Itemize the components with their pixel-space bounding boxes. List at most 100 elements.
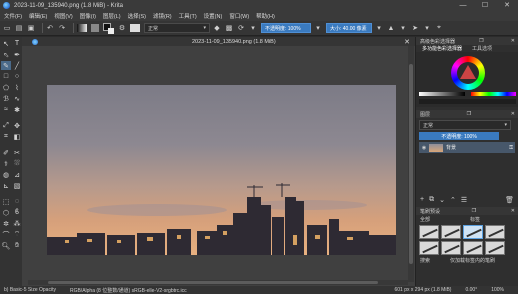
polygonal-selection-tool-icon[interactable]: ⬡ bbox=[1, 208, 11, 217]
brush-preset[interactable] bbox=[419, 225, 439, 239]
chevron-down-icon[interactable]: ▾ bbox=[399, 24, 407, 32]
menu-layer[interactable]: 图层(L) bbox=[103, 12, 121, 20]
blend-mode-select[interactable]: 正常 ▾ bbox=[144, 23, 210, 33]
chevron-down-icon[interactable]: ▾ bbox=[314, 24, 322, 32]
hue-slider[interactable] bbox=[471, 92, 516, 96]
elliptical-selection-tool-icon[interactable]: ◌ bbox=[12, 197, 22, 206]
close-icon[interactable]: ✕ bbox=[511, 111, 515, 117]
menu-help[interactable]: 帮助(H) bbox=[256, 12, 275, 20]
brush-preset[interactable] bbox=[463, 241, 483, 255]
move-tool-icon[interactable]: ✥ bbox=[12, 121, 22, 130]
duplicate-layer-icon[interactable]: ⧉ bbox=[429, 196, 434, 204]
freehand-path-tool-icon[interactable]: ∿ bbox=[12, 94, 22, 103]
reference-images-tool-icon[interactable]: ▧ bbox=[12, 181, 22, 190]
zoom-tool-icon[interactable]: 🔍︎ bbox=[1, 241, 11, 250]
bezier-selection-tool-icon[interactable]: ⌒ bbox=[1, 230, 11, 239]
redo-icon[interactable]: ↷ bbox=[58, 24, 66, 32]
chevron-down-icon[interactable]: ▾ bbox=[249, 24, 257, 32]
mirror-horizontal-icon[interactable]: ▲ bbox=[387, 24, 395, 32]
freehand-brush-tool-icon[interactable]: ✎ bbox=[1, 61, 11, 70]
preserve-alpha-icon[interactable]: ▩ bbox=[225, 24, 233, 32]
rotation-status[interactable]: 0.00° bbox=[465, 287, 477, 293]
close-icon[interactable]: ✕ bbox=[511, 38, 515, 44]
ellipse-tool-icon[interactable]: ○ bbox=[12, 72, 22, 81]
zoom-status[interactable]: 100% bbox=[491, 287, 504, 293]
save-icon[interactable]: ▣ bbox=[27, 24, 35, 32]
visibility-eye-icon[interactable]: ◉ bbox=[421, 144, 427, 152]
vertical-scrollbar[interactable] bbox=[408, 46, 414, 282]
color-selector-area[interactable] bbox=[416, 52, 518, 107]
move-layer-up-icon[interactable]: ⌃ bbox=[450, 196, 456, 204]
tab-tool-options[interactable]: 工具选项 bbox=[472, 45, 492, 52]
brush-tag-checkbox[interactable]: 仅加载标签内的笔刷 bbox=[450, 257, 495, 264]
document-tab[interactable]: 2023-11-09_135940.png (1.8 MiB) ✕ bbox=[22, 37, 415, 46]
layer-blend-mode-select[interactable]: 正常 ▾ bbox=[419, 120, 511, 130]
chevron-down-icon[interactable]: ▾ bbox=[375, 24, 383, 32]
delete-layer-icon[interactable]: 🗑︎ bbox=[505, 196, 514, 204]
float-icon[interactable]: ❐ bbox=[479, 38, 483, 44]
brush-preset-icon[interactable] bbox=[130, 24, 140, 32]
crop-tool-icon[interactable]: ⌗ bbox=[1, 132, 11, 141]
brush-preset[interactable] bbox=[485, 225, 505, 239]
canvas-image[interactable] bbox=[47, 85, 396, 255]
measure-tool-icon[interactable]: ⊾ bbox=[1, 181, 11, 190]
fill-tool-icon[interactable]: ⛆ bbox=[12, 159, 22, 168]
edit-shapes-tool-icon[interactable]: ⬁ bbox=[1, 50, 11, 59]
contiguous-selection-tool-icon[interactable]: ✲ bbox=[1, 219, 11, 228]
bezier-tool-icon[interactable]: ℬ bbox=[1, 94, 11, 103]
dynamic-brush-tool-icon[interactable]: ≈ bbox=[1, 105, 11, 114]
color-wheel[interactable] bbox=[451, 56, 485, 90]
reload-preset-icon[interactable]: ⟳ bbox=[237, 24, 245, 32]
menu-view[interactable]: 视图(V) bbox=[54, 12, 72, 20]
rectangular-selection-tool-icon[interactable]: ⬚ bbox=[1, 197, 11, 206]
gradient-tool-icon[interactable]: ◧ bbox=[12, 132, 22, 141]
maximize-button[interactable]: ☐ bbox=[474, 0, 496, 11]
text-tool-icon[interactable]: T bbox=[12, 39, 22, 48]
pattern-icon[interactable] bbox=[91, 24, 99, 32]
eraser-mode-icon[interactable]: ◆ bbox=[213, 24, 221, 32]
fg-bg-color-swatch[interactable] bbox=[103, 22, 114, 34]
smart-patch-tool-icon[interactable]: ⚕ bbox=[1, 159, 11, 168]
layer-opacity-slider[interactable]: 不透明度: 100% bbox=[419, 132, 499, 140]
horizontal-scrollbar[interactable] bbox=[28, 280, 408, 285]
menu-edit[interactable]: 编辑(E) bbox=[29, 12, 47, 20]
layer-row[interactable]: ◉ 背景 ⚿ bbox=[419, 142, 515, 153]
freehand-selection-tool-icon[interactable]: ϐ bbox=[12, 208, 22, 217]
brush-preset[interactable] bbox=[419, 241, 439, 255]
gradient-icon[interactable] bbox=[77, 24, 87, 32]
opacity-slider[interactable]: 不透明度: 100% bbox=[261, 23, 311, 33]
background-color-swatch[interactable] bbox=[108, 27, 114, 34]
menu-tools[interactable]: 工具(T) bbox=[179, 12, 197, 20]
mirror-vertical-icon[interactable]: ➤ bbox=[411, 24, 419, 32]
brush-size-slider[interactable]: 大小: 40.00 像素 bbox=[326, 23, 372, 33]
brush-preset[interactable] bbox=[485, 241, 505, 255]
brush-tag-button[interactable]: 标签 bbox=[470, 216, 480, 223]
value-slider[interactable] bbox=[419, 92, 465, 96]
tab-multi-color-selector[interactable]: 多功能色彩选择器 bbox=[422, 45, 462, 52]
close-document-icon[interactable]: ✕ bbox=[404, 38, 410, 46]
select-shapes-tool-icon[interactable]: ↖ bbox=[1, 39, 11, 48]
new-document-icon[interactable]: ▭ bbox=[3, 24, 11, 32]
brush-preset[interactable] bbox=[441, 241, 461, 255]
lock-icon[interactable]: ⚿ bbox=[509, 145, 513, 151]
brush-settings-icon[interactable]: ⚙ bbox=[118, 24, 126, 32]
line-tool-icon[interactable]: ╱ bbox=[12, 61, 22, 70]
minimize-button[interactable]: — bbox=[452, 0, 474, 11]
multibrush-tool-icon[interactable]: ✱ bbox=[12, 105, 22, 114]
polyline-tool-icon[interactable]: ⌇ bbox=[12, 83, 22, 92]
brush-preset-selected[interactable] bbox=[463, 225, 483, 239]
magnetic-selection-tool-icon[interactable]: ⌔ bbox=[12, 230, 22, 239]
transform-tool-icon[interactable]: ⤢ bbox=[1, 121, 11, 130]
undo-icon[interactable]: ↶ bbox=[46, 24, 54, 32]
colorize-mask-tool-icon[interactable]: ✂ bbox=[12, 148, 22, 157]
menu-settings[interactable]: 设置(N) bbox=[204, 12, 223, 20]
pan-tool-icon[interactable]: ✋︎ bbox=[12, 241, 22, 250]
menu-select[interactable]: 选择(S) bbox=[128, 12, 146, 20]
rectangle-tool-icon[interactable]: □ bbox=[1, 72, 11, 81]
add-layer-icon[interactable]: + bbox=[420, 196, 424, 203]
color-history-strip[interactable] bbox=[419, 99, 516, 104]
menu-filter[interactable]: 滤镜(R) bbox=[153, 12, 172, 20]
menu-file[interactable]: 文件(F) bbox=[4, 12, 22, 20]
float-icon[interactable]: ❐ bbox=[467, 111, 471, 117]
move-layer-down-icon[interactable]: ⌄ bbox=[439, 196, 445, 204]
